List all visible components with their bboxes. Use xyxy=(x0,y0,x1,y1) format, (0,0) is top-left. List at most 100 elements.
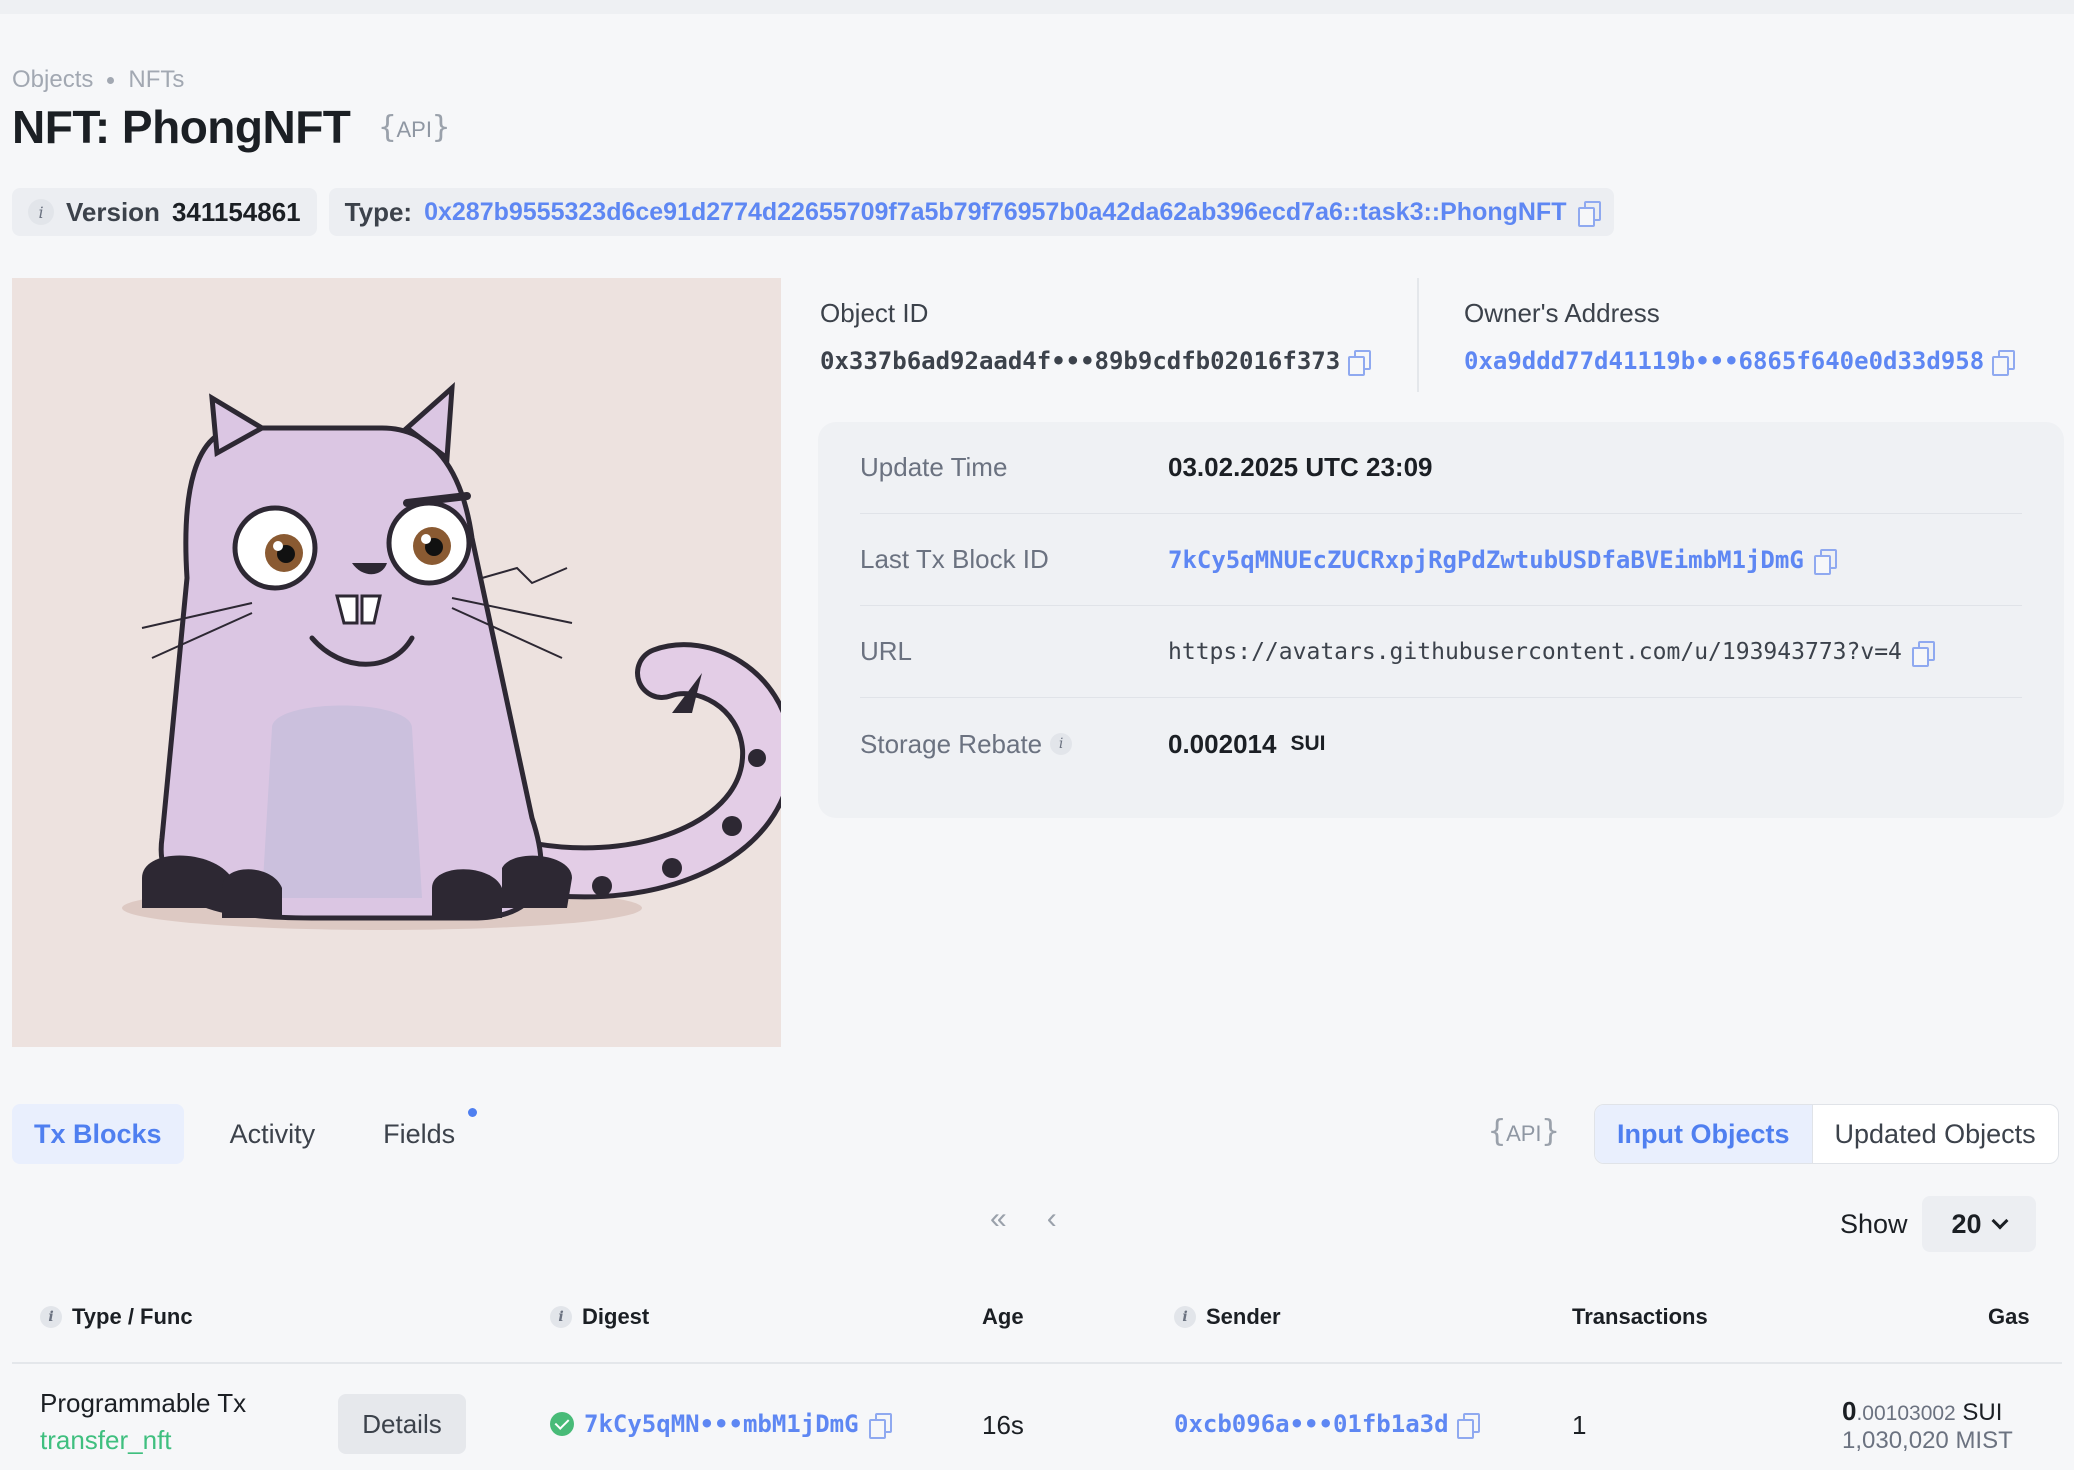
digest-link[interactable]: 7kCy5qMN•••mbM1jDmG xyxy=(584,1410,859,1438)
type-value-link[interactable]: 0x287b9555323d6ce91d2774d22655709f7a5b79… xyxy=(424,198,1566,227)
first-page-button[interactable]: « xyxy=(990,1202,1007,1236)
copy-icon[interactable] xyxy=(1992,350,2016,376)
info-icon[interactable]: i xyxy=(28,199,54,225)
detail-row-url: URL https://avatars.githubusercontent.co… xyxy=(860,606,2022,698)
th-digest-label: Digest xyxy=(582,1304,650,1329)
tabs: Tx Blocks Activity Fields xyxy=(12,1104,478,1164)
th-sender-label: Sender xyxy=(1206,1304,1281,1329)
info-icon[interactable]: i xyxy=(40,1306,62,1328)
storage-rebate-value: 0.002014 SUI xyxy=(1168,729,1325,760)
api-link-transactions[interactable]: {API} xyxy=(1488,1114,1560,1149)
meta-row: i Version 341154861 Type: 0x287b9555323d… xyxy=(12,188,1615,236)
last-tx-link[interactable]: 7kCy5qMNUEcZUCRxpjRgPdZwtubUSDfaBVEimbM1… xyxy=(1168,546,1804,574)
success-check-icon xyxy=(550,1412,574,1436)
version-chip: i Version 341154861 xyxy=(12,188,317,236)
breadcrumb: Objects NFTs xyxy=(12,66,184,94)
storage-rebate-unit: SUI xyxy=(1290,732,1326,755)
gas-sui: 0.00103002 SUI xyxy=(1842,1396,2013,1427)
details-card: Update Time 03.02.2025 UTC 23:09 Last Tx… xyxy=(818,422,2064,818)
th-type-func: i Type / Func xyxy=(40,1304,193,1330)
tab-tx-blocks[interactable]: Tx Blocks xyxy=(12,1104,184,1164)
updated-objects-button[interactable]: Updated Objects xyxy=(1813,1105,2058,1163)
url-label: URL xyxy=(860,636,913,666)
transactions-cell: 1 xyxy=(1572,1410,1587,1440)
tx-func[interactable]: transfer_nft xyxy=(40,1425,246,1456)
update-time-label: Update Time xyxy=(860,452,1008,482)
copy-icon[interactable] xyxy=(868,1413,892,1439)
input-objects-button[interactable]: Input Objects xyxy=(1595,1105,1813,1163)
copy-icon[interactable] xyxy=(1348,350,1372,376)
tab-activity[interactable]: Activity xyxy=(208,1104,338,1164)
owner-value: 0xa9ddd77d41119b•••6865f640e0d33d958 xyxy=(1464,347,2016,376)
table-header: i Type / Func i Digest Age i Sender Tran… xyxy=(0,1304,2074,1344)
object-id-label: Object ID xyxy=(820,298,929,328)
th-sender: i Sender xyxy=(1174,1304,1281,1330)
url-link[interactable]: https://avatars.githubusercontent.com/u/… xyxy=(1168,639,1902,665)
owner-label: Owner's Address xyxy=(1464,298,1660,328)
storage-rebate-label: Storage Rebate i xyxy=(860,729,1168,760)
th-transactions: Transactions xyxy=(1572,1304,1708,1329)
table-divider xyxy=(12,1362,2062,1364)
info-icon[interactable]: i xyxy=(1050,733,1073,755)
info-icon[interactable]: i xyxy=(550,1306,572,1328)
object-filter-toggle: Input Objects Updated Objects xyxy=(1594,1104,2059,1164)
th-type-func-label: Type / Func xyxy=(72,1304,193,1329)
divider xyxy=(1417,278,1419,392)
show-label: Show xyxy=(1840,1208,1908,1239)
gas-decimal: .00103002 xyxy=(1856,1402,1956,1425)
sender-cell: 0xcb096a•••01fb1a3d xyxy=(1174,1410,1480,1439)
gas-unit: SUI xyxy=(1962,1399,2003,1426)
version-value: 341154861 xyxy=(171,196,301,227)
tab-fields-label: Fields xyxy=(383,1118,456,1149)
breadcrumb-objects[interactable]: Objects xyxy=(12,66,93,94)
gas-mist: 1,030,020 MIST xyxy=(1842,1427,2013,1454)
page-title: NFT: PhongNFT xyxy=(12,101,351,153)
type-func-cell: Programmable Tx transfer_nft xyxy=(40,1388,246,1456)
pagination: « ‹ xyxy=(990,1202,1057,1236)
gas-cell: 0.00103002 SUI 1,030,020 MIST xyxy=(1842,1396,2013,1455)
th-digest: i Digest xyxy=(550,1304,649,1330)
storage-rebate-amount: 0.002014 xyxy=(1168,728,1277,759)
digest-cell: 7kCy5qMN•••mbM1jDmG xyxy=(550,1410,892,1439)
copy-icon[interactable] xyxy=(1911,640,1935,667)
object-id-text: 0x337b6ad92aad4f•••89b9cdfb02016f373 xyxy=(820,347,1341,375)
breadcrumb-separator xyxy=(107,76,115,84)
api-link[interactable]: {API} xyxy=(378,110,450,145)
top-bar xyxy=(0,0,2074,14)
chevron-down-icon xyxy=(1991,1212,2009,1230)
api-link-label: API xyxy=(1506,1121,1542,1146)
title-row: NFT: PhongNFT {API} xyxy=(12,100,450,154)
object-id-block: Object ID 0x337b6ad92aad4f•••89b9cdfb020… xyxy=(820,298,1372,376)
version-label: Version xyxy=(66,196,160,227)
th-age: Age xyxy=(982,1304,1024,1329)
last-tx-value: 7kCy5qMNUEcZUCRxpjRgPdZwtubUSDfaBVEimbM1… xyxy=(1168,546,1837,575)
tab-fields[interactable]: Fields xyxy=(361,1104,478,1164)
detail-row-storage-rebate: Storage Rebate i 0.002014 SUI xyxy=(860,698,2022,790)
last-tx-label: Last Tx Block ID xyxy=(860,544,1049,574)
copy-icon[interactable] xyxy=(1813,548,1837,575)
cat-illustration xyxy=(122,382,781,930)
type-label: Type: xyxy=(344,196,413,227)
url-value: https://avatars.githubusercontent.com/u/… xyxy=(1168,639,1935,667)
page-size-select[interactable]: 20 xyxy=(1921,1196,2036,1252)
new-indicator-dot xyxy=(468,1108,478,1117)
th-gas: Gas xyxy=(1988,1304,2030,1329)
copy-icon[interactable] xyxy=(1456,1413,1480,1439)
storage-rebate-label-text: Storage Rebate xyxy=(860,728,1043,759)
gas-integer: 0 xyxy=(1842,1396,1857,1426)
api-link-label: API xyxy=(396,116,432,142)
tx-type: Programmable Tx xyxy=(40,1388,247,1418)
sender-link[interactable]: 0xcb096a•••01fb1a3d xyxy=(1174,1410,1449,1438)
type-chip: Type: 0x287b9555323d6ce91d2774d22655709f… xyxy=(328,188,1615,236)
copy-icon[interactable] xyxy=(1578,201,1602,227)
owner-address-link[interactable]: 0xa9ddd77d41119b•••6865f640e0d33d958 xyxy=(1464,347,1984,375)
info-icon[interactable]: i xyxy=(1174,1306,1196,1328)
detail-row-last-tx: Last Tx Block ID 7kCy5qMNUEcZUCRxpjRgPdZ… xyxy=(860,514,2022,606)
owner-block: Owner's Address 0xa9ddd77d41119b•••6865f… xyxy=(1464,298,2016,376)
prev-page-button[interactable]: ‹ xyxy=(1047,1202,1057,1236)
details-button[interactable]: Details xyxy=(338,1394,466,1454)
page-size-control: Show 20 xyxy=(1840,1196,2036,1252)
detail-row-update-time: Update Time 03.02.2025 UTC 23:09 xyxy=(860,422,2022,514)
breadcrumb-nfts[interactable]: NFTs xyxy=(128,66,184,94)
age-cell: 16s xyxy=(982,1410,1024,1440)
